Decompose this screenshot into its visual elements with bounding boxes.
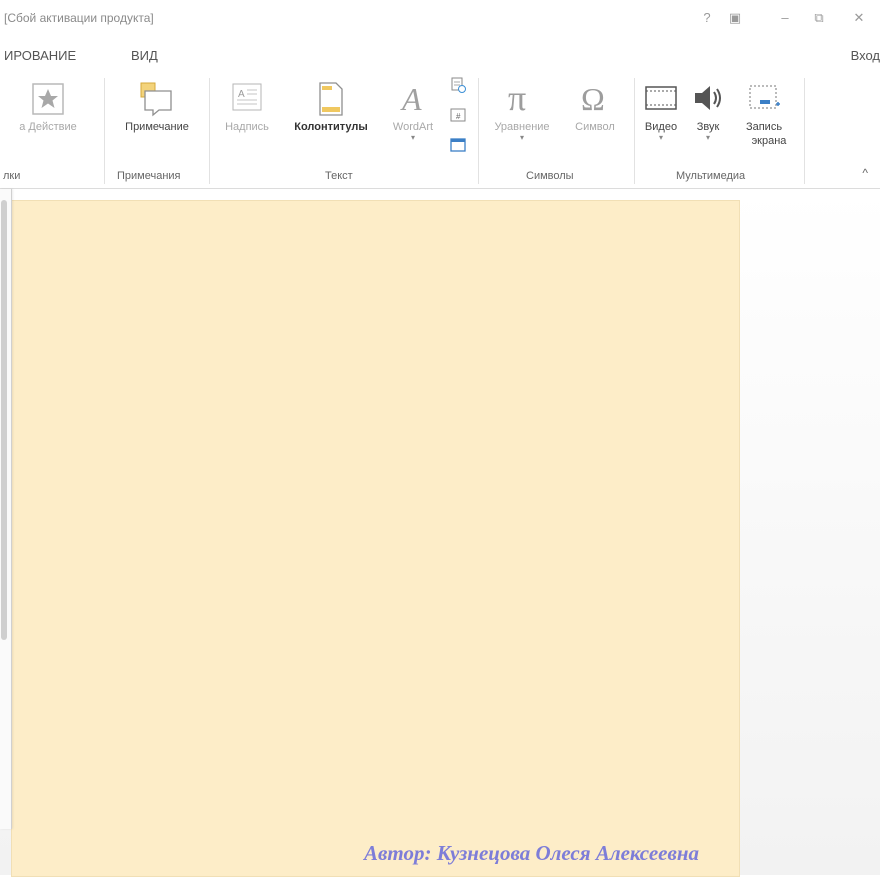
help-button[interactable]: ? bbox=[699, 10, 715, 25]
group-separator bbox=[478, 78, 479, 184]
minimize-button[interactable]: – bbox=[777, 10, 793, 25]
group-separator bbox=[104, 78, 105, 184]
screen-recording-icon bbox=[749, 85, 780, 109]
new-comment-button[interactable]: Примечание bbox=[108, 80, 206, 134]
chevron-down-icon: ▾ bbox=[705, 133, 710, 142]
svg-text:A: A bbox=[238, 89, 245, 100]
chevron-down-icon: ▾ bbox=[519, 133, 524, 142]
wordart-button[interactable]: A WordArt ▾ bbox=[382, 80, 444, 142]
group-label-comments: Примечания bbox=[117, 170, 181, 182]
chevron-down-icon: ▾ bbox=[658, 133, 663, 142]
symbol-button[interactable]: Ω Символ bbox=[562, 78, 628, 134]
svg-text:#: # bbox=[456, 112, 461, 121]
header-footer-label: Колонтитулы bbox=[294, 121, 368, 133]
equation-label: Уравнение bbox=[494, 121, 550, 133]
symbol-label: Символ bbox=[575, 121, 615, 133]
restore-button[interactable]: ⧉ bbox=[811, 10, 827, 26]
textbox-button[interactable]: A Надпись bbox=[214, 80, 280, 134]
header-footer-button[interactable]: Колонтитулы bbox=[282, 80, 380, 134]
group-separator bbox=[804, 78, 805, 184]
tab-view[interactable]: ВИД bbox=[131, 48, 158, 63]
close-button[interactable]: ✕ bbox=[851, 10, 867, 26]
comment-icon bbox=[140, 82, 172, 117]
ribbon-display-options-button[interactable]: ▣ bbox=[727, 10, 743, 26]
video-label: Видео bbox=[644, 121, 678, 133]
ribbon-tabs: ИРОВАНИЕ ВИД Вход bbox=[0, 38, 880, 70]
svg-text:π: π bbox=[508, 78, 526, 118]
header-footer-icon bbox=[319, 82, 343, 116]
textbox-icon: A bbox=[232, 83, 262, 111]
group-label-links: лки bbox=[3, 170, 21, 182]
group-label-text: Текст bbox=[325, 170, 353, 182]
svg-text:Ω: Ω bbox=[581, 81, 605, 117]
screen-recording-button[interactable]: Запись экрана bbox=[733, 80, 795, 148]
partial-link-label: а bbox=[19, 121, 26, 133]
pi-icon: π bbox=[508, 78, 526, 118]
slide-author-text[interactable]: Автор: Кузнецова Олеся Алексеевна bbox=[364, 841, 699, 866]
screen-recording-label-2: экрана bbox=[751, 135, 787, 147]
textbox-label: Надпись bbox=[225, 121, 269, 133]
screen-recording-label-1: Запись bbox=[745, 121, 783, 133]
svg-text:A: A bbox=[400, 81, 422, 117]
sign-in-link[interactable]: Вход bbox=[851, 48, 880, 63]
action-label: Действие bbox=[28, 121, 77, 133]
wordart-label: WordArt bbox=[392, 121, 434, 133]
thumbnails-scrollbar[interactable] bbox=[1, 200, 7, 640]
audio-label: Звук bbox=[696, 121, 720, 133]
group-separator bbox=[634, 78, 635, 184]
speaker-icon bbox=[695, 86, 721, 110]
ribbon: а Действие лки Примечание Примечания A Н… bbox=[0, 70, 880, 189]
wordart-icon: A bbox=[400, 81, 422, 117]
group-separator bbox=[209, 78, 210, 184]
collapse-ribbon-button[interactable]: ^ bbox=[862, 166, 868, 180]
title-bar: [Сбой активации продукта] ? ▣ – ⧉ ✕ bbox=[0, 0, 880, 38]
window-title: [Сбой активации продукта] bbox=[4, 11, 154, 25]
group-label-media: Мультимедиа bbox=[676, 170, 746, 182]
slide-canvas[interactable]: Автор: Кузнецова Олеся Алексеевна bbox=[11, 200, 740, 877]
chevron-down-icon: ▾ bbox=[410, 133, 415, 142]
tab-review[interactable]: ИРОВАНИЕ bbox=[4, 48, 76, 63]
equation-button[interactable]: π Уравнение ▾ bbox=[484, 78, 560, 142]
star-icon bbox=[32, 83, 64, 115]
video-button[interactable]: Видео ▾ bbox=[638, 80, 684, 142]
group-label-symbols: Символы bbox=[526, 170, 574, 182]
video-icon bbox=[645, 86, 677, 110]
slide-number-icon[interactable]: # bbox=[449, 106, 467, 124]
audio-button[interactable]: Звук ▾ bbox=[688, 80, 728, 142]
date-time-icon[interactable] bbox=[449, 76, 467, 94]
object-icon[interactable] bbox=[449, 136, 467, 154]
comment-label: Примечание bbox=[125, 121, 189, 133]
action-button[interactable]: а Действие bbox=[0, 82, 96, 134]
omega-icon: Ω bbox=[581, 81, 605, 117]
